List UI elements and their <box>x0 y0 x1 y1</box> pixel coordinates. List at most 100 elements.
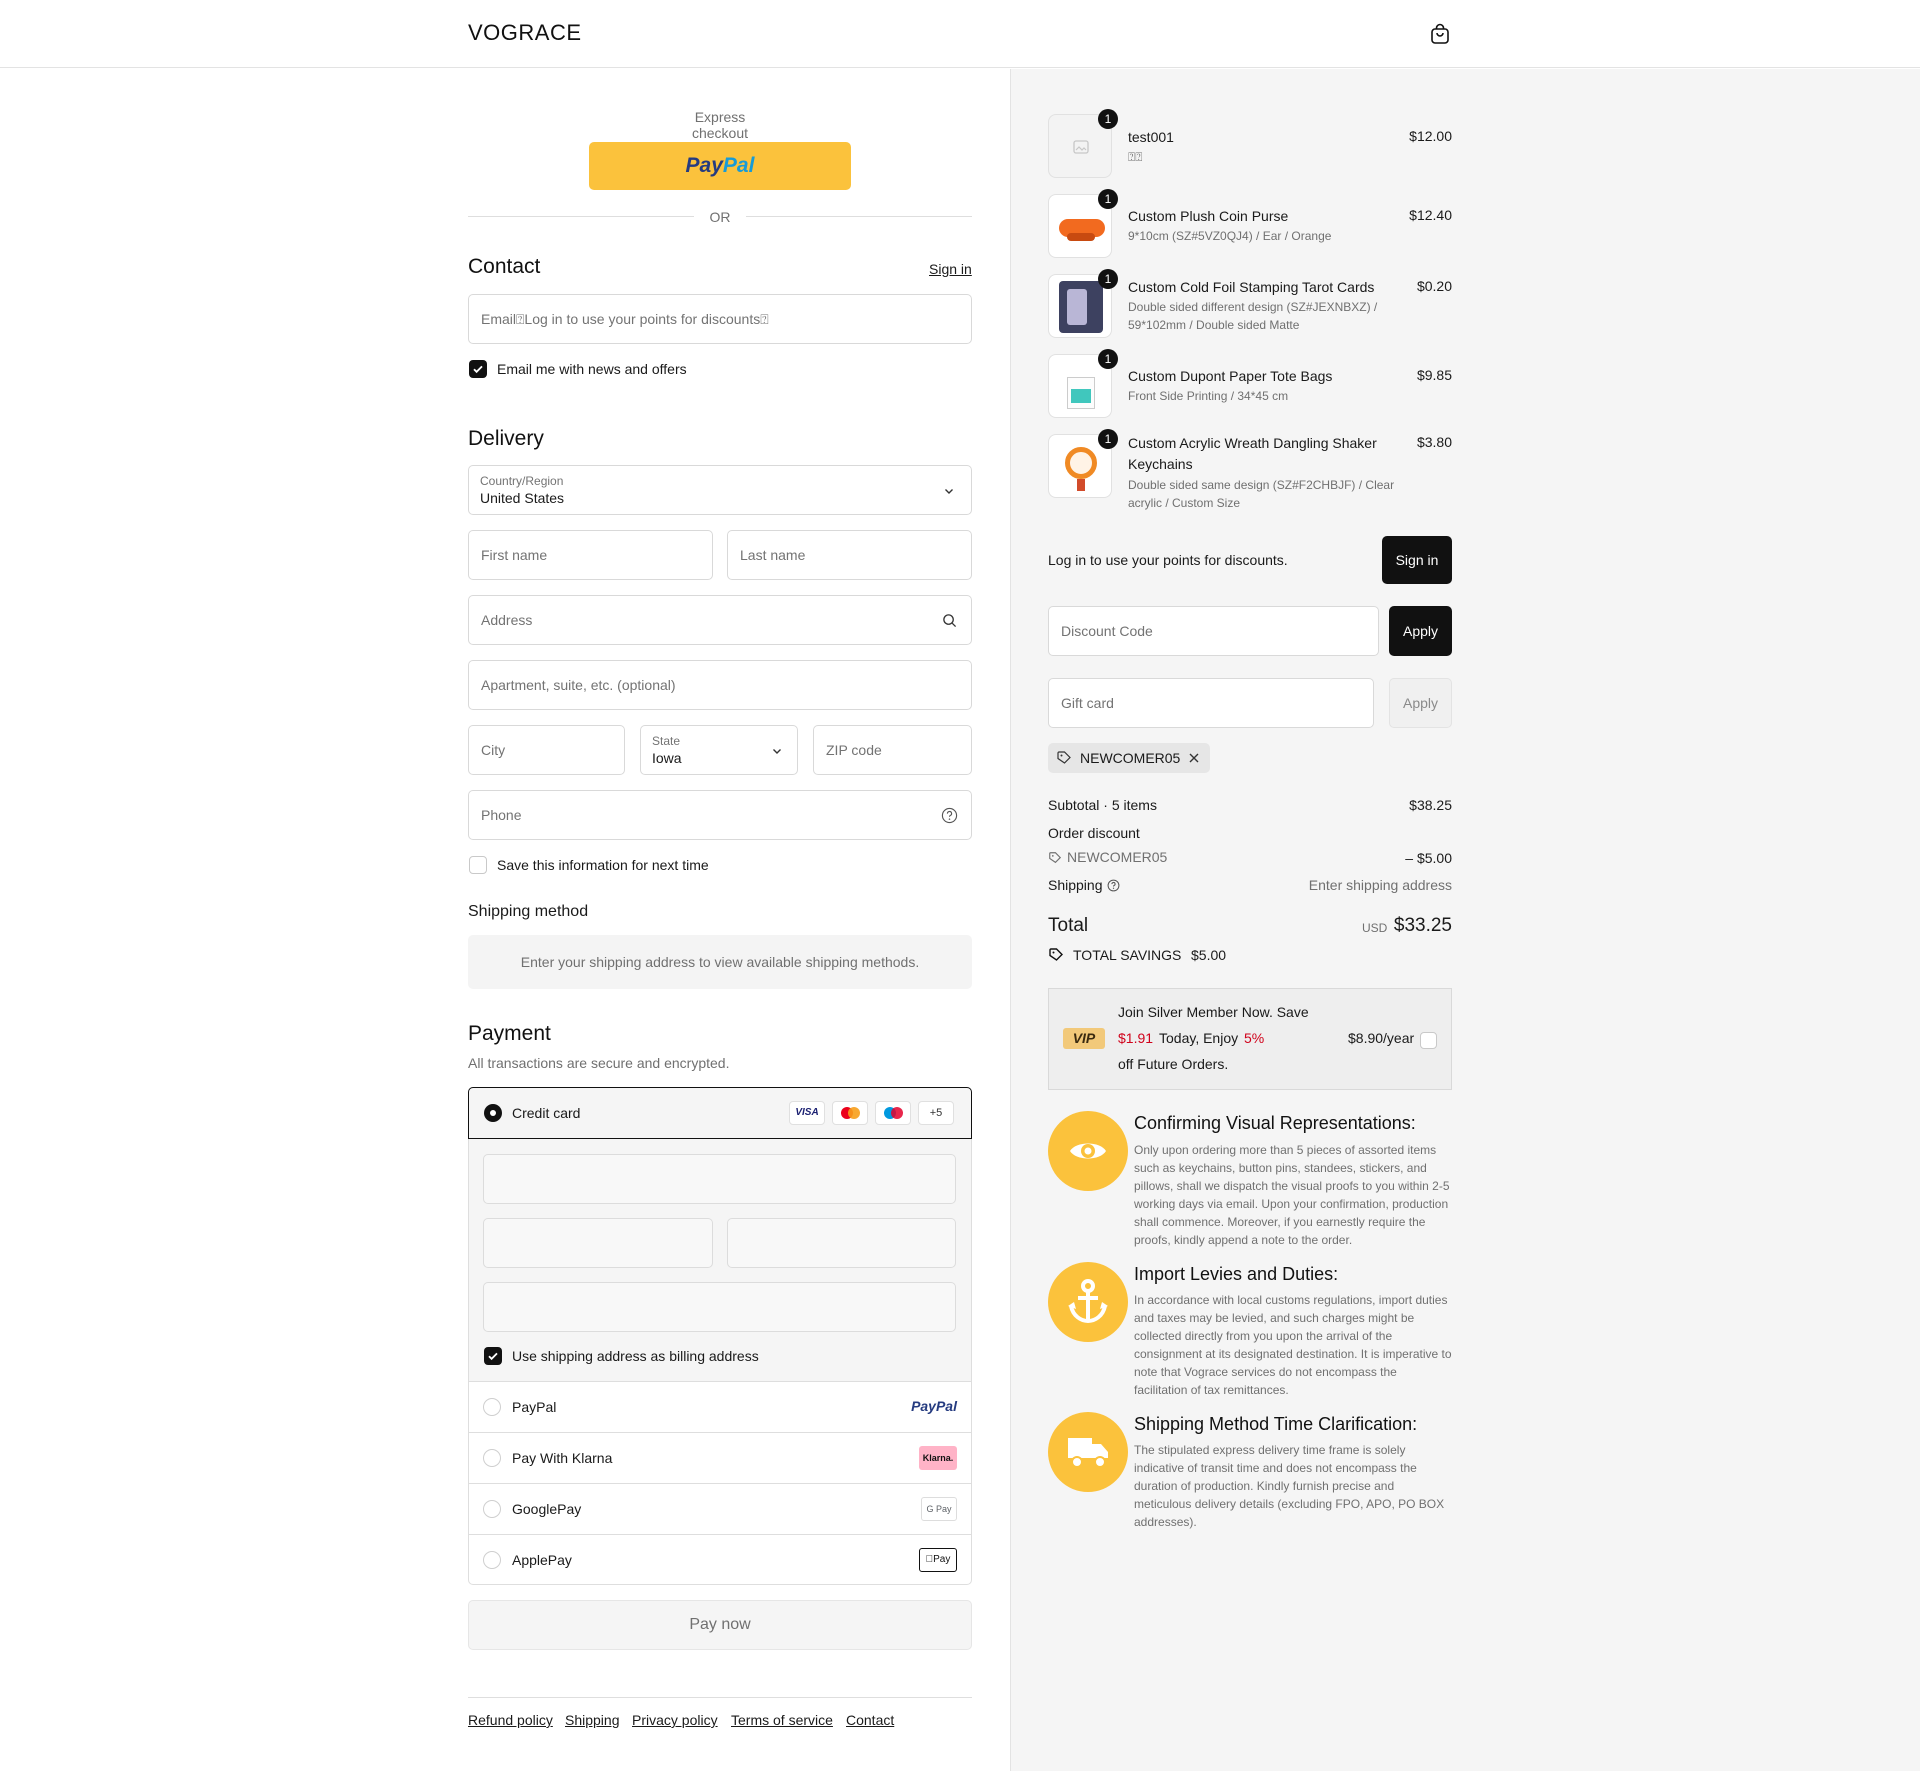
shipping-policy-link[interactable]: Shipping <box>565 1712 620 1728</box>
vip-percent: 5% <box>1244 1030 1265 1046</box>
item-name: test001 <box>1128 129 1174 145</box>
apartment-field[interactable]: Apartment, suite, etc. (optional) <box>468 660 972 710</box>
state-select[interactable]: State Iowa <box>640 725 798 775</box>
applied-code-text: NEWCOMER05 <box>1080 750 1181 766</box>
shipping-label: Shipping <box>1048 877 1103 893</box>
order-discount-label: Order discount <box>1048 825 1140 841</box>
discount-code-field[interactable]: Discount Code <box>1048 606 1379 656</box>
address-field[interactable]: Address <box>468 595 972 645</box>
points-sign-in-button[interactable]: Sign in <box>1382 536 1452 584</box>
vip-checkbox[interactable] <box>1420 1032 1437 1049</box>
email-field[interactable]: Email⍰Log in to use your points for disc… <box>468 294 972 344</box>
info-text: In accordance with local customs regulat… <box>1134 1293 1452 1397</box>
info-title: Import Levies and Duties: <box>1134 1264 1339 1284</box>
phone-placeholder: Phone <box>481 807 522 823</box>
info-title: Shipping Method Time Clarification: <box>1134 1414 1418 1434</box>
newsletter-checkbox[interactable] <box>469 360 487 378</box>
apply-discount-button[interactable]: Apply <box>1389 606 1452 656</box>
vip-line-1: Join Silver Member Now. Save <box>1118 1004 1309 1020</box>
item-name: Custom Cold Foil Stamping Tarot Cards <box>1128 279 1375 295</box>
klarna-option[interactable]: Pay With Klarna Klarna. <box>468 1432 972 1483</box>
divider <box>468 216 694 217</box>
shipping-value: Enter shipping address <box>1308 877 1452 893</box>
contact-link[interactable]: Contact <box>846 1712 894 1728</box>
googlepay-radio[interactable] <box>483 1500 501 1518</box>
klarna-label: Pay With Klarna <box>512 1450 613 1466</box>
terms-of-service-link[interactable]: Terms of service <box>731 1712 833 1728</box>
store-logo[interactable]: VOGRACE <box>468 20 582 46</box>
apartment-placeholder: Apartment, suite, etc. (optional) <box>481 677 676 693</box>
card-cvv-field[interactable] <box>727 1218 956 1268</box>
billing-same-checkbox[interactable] <box>484 1347 502 1365</box>
credit-card-radio[interactable] <box>484 1104 502 1122</box>
save-info-checkbox[interactable] <box>469 856 487 874</box>
total-savings-value: $5.00 <box>1191 947 1227 963</box>
contact-title: Contact <box>468 255 541 278</box>
info-icon-circle <box>1048 1412 1128 1492</box>
city-field[interactable]: City <box>468 725 625 775</box>
item-price: $0.20 <box>1416 278 1452 294</box>
klarna-radio[interactable] <box>483 1449 501 1467</box>
paypal-label: PayPal <box>512 1399 557 1415</box>
delivery-title: Delivery <box>468 427 544 450</box>
gift-card-field[interactable]: Gift card <box>1048 678 1374 728</box>
googlepay-option[interactable]: GooglePay G Pay <box>468 1483 972 1534</box>
paypal-express-button[interactable]: PayPal <box>589 142 851 190</box>
subtotal-label: Subtotal · 5 items <box>1048 797 1157 813</box>
card-number-field[interactable] <box>483 1154 956 1204</box>
applepay-option[interactable]: ApplePay Pay <box>468 1534 972 1585</box>
last-name-field[interactable]: Last name <box>727 530 972 580</box>
applepay-radio[interactable] <box>483 1551 501 1569</box>
info-text: Only upon ordering more than 5 pieces of… <box>1134 1143 1450 1247</box>
credit-card-label: Credit card <box>512 1105 581 1121</box>
newsletter-label: Email me with news and offers <box>497 361 687 377</box>
item-variant: ⍰⍰ <box>1128 150 1143 164</box>
item-price: $9.85 <box>1416 367 1452 383</box>
country-select[interactable]: Country/Region United States <box>468 465 972 515</box>
tag-icon <box>1057 751 1071 764</box>
privacy-policy-link[interactable]: Privacy policy <box>632 1712 718 1728</box>
zip-field[interactable]: ZIP code <box>813 725 972 775</box>
truck-icon <box>1068 1438 1108 1468</box>
search-icon <box>943 614 957 628</box>
phone-field[interactable]: Phone <box>468 790 972 840</box>
image-placeholder-icon <box>1073 140 1089 154</box>
help-circle-icon[interactable] <box>941 807 958 824</box>
card-name-field[interactable] <box>483 1282 956 1332</box>
address-placeholder: Address <box>481 612 533 628</box>
total-savings-label: TOTAL SAVINGS <box>1073 947 1182 963</box>
item-price: $12.40 <box>1409 207 1452 223</box>
apply-gift-card-button[interactable]: Apply <box>1389 678 1452 728</box>
info-icon-circle <box>1048 1262 1128 1342</box>
quantity-badge: 1 <box>1098 429 1118 449</box>
refund-policy-link[interactable]: Refund policy <box>468 1712 553 1728</box>
shopping-bag-icon[interactable] <box>1428 22 1452 46</box>
first-name-field[interactable]: First name <box>468 530 713 580</box>
help-circle-icon[interactable] <box>1107 879 1120 892</box>
pay-now-button[interactable]: Pay now <box>468 1600 972 1650</box>
city-placeholder: City <box>481 742 506 758</box>
order-discount-code: NEWCOMER05 <box>1067 849 1168 865</box>
total-label: Total <box>1048 915 1089 936</box>
card-expiry-field[interactable] <box>483 1218 713 1268</box>
paypal-option[interactable]: PayPal PayPal <box>468 1381 972 1432</box>
contact-sign-in-link[interactable]: Sign in <box>929 261 972 277</box>
quantity-badge: 1 <box>1098 269 1118 289</box>
checkmark-icon <box>473 365 483 374</box>
item-price: $3.80 <box>1416 434 1452 450</box>
anchor-icon <box>1068 1279 1108 1324</box>
savings-tag-icon <box>1049 948 1063 961</box>
quantity-badge: 1 <box>1098 109 1118 129</box>
billing-same-label: Use shipping address as billing address <box>512 1348 759 1364</box>
express-checkout-label: Express checkout <box>691 109 749 141</box>
close-icon[interactable] <box>1187 751 1201 765</box>
vip-save-amount: $1.91 <box>1118 1030 1154 1046</box>
site-header: VOGRACE <box>0 0 1920 68</box>
paypal-logo-icon: PayPal <box>911 1398 957 1414</box>
info-icon-circle <box>1048 1111 1128 1191</box>
state-label: State <box>652 734 681 748</box>
item-variant: Front Side Printing / 34*45 cm <box>1128 389 1289 403</box>
zip-placeholder: ZIP code <box>826 742 882 758</box>
paypal-radio[interactable] <box>483 1398 501 1416</box>
vip-price: $8.90/year <box>1348 1030 1415 1046</box>
